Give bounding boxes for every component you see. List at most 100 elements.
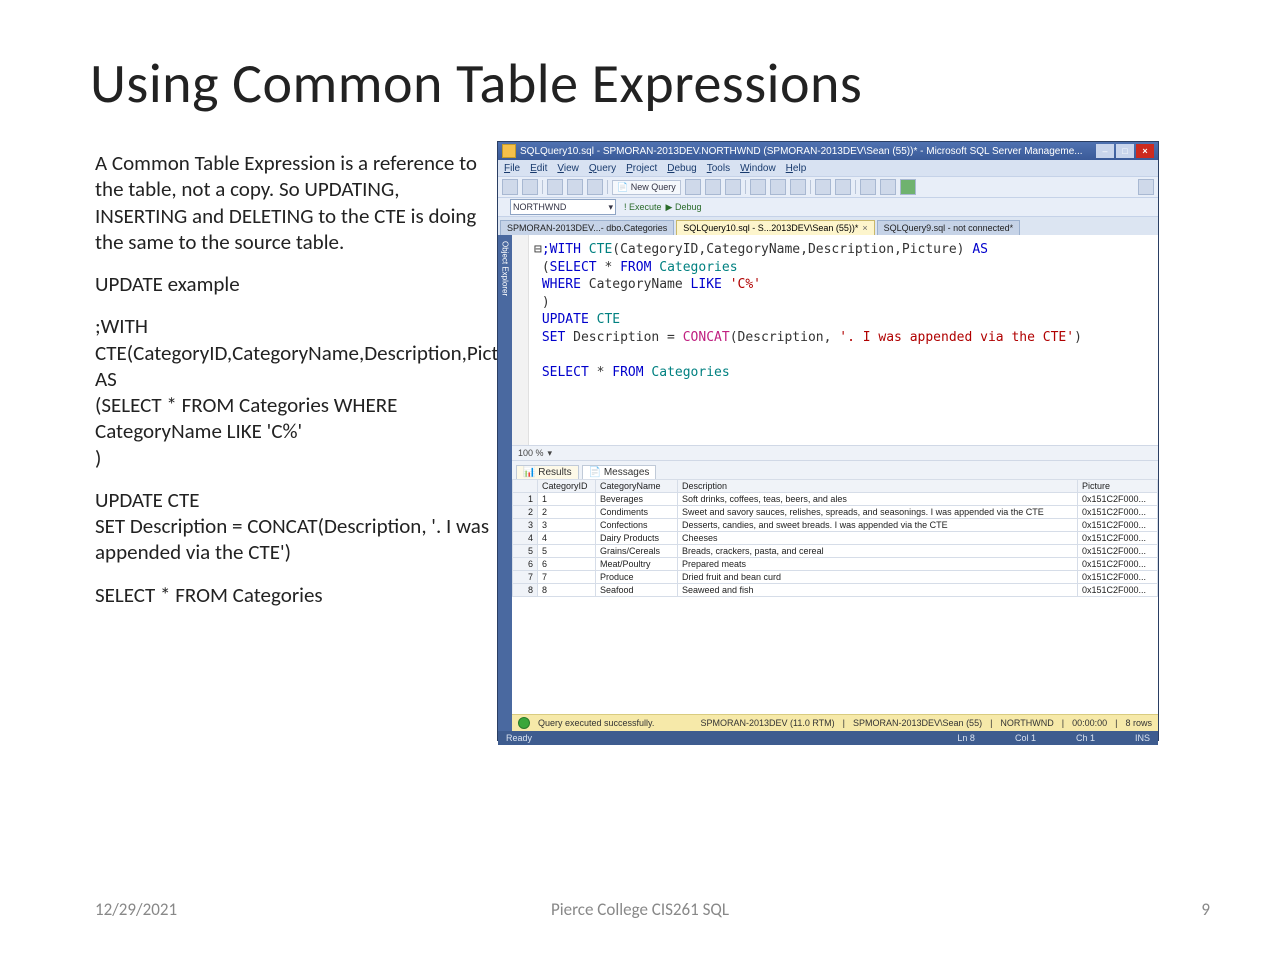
toolbar-icon[interactable] <box>685 179 701 195</box>
toolbar-main: 📄 New Query <box>498 176 1158 198</box>
close-button[interactable]: × <box>1136 144 1154 158</box>
copy-icon[interactable] <box>770 179 786 195</box>
cell-categoryname: Condiments <box>596 506 678 519</box>
menu-debug[interactable]: Debug <box>667 163 696 174</box>
code-block-2: UPDATE CTE SET Description = CONCAT(Desc… <box>95 487 490 566</box>
cell-picture: 0x151C2F000... <box>1078 519 1158 532</box>
debug-button[interactable]: ▶ Debug <box>666 202 702 213</box>
cell-categoryname: Meat/Poultry <box>596 558 678 571</box>
ssms-screenshot: SQLQuery10.sql - SPMORAN-2013DEV.NORTHWN… <box>498 142 1158 740</box>
new-query-button[interactable]: 📄 New Query <box>612 180 681 195</box>
status-ln: Ln 8 <box>957 733 975 743</box>
document-tabs: SPMORAN-2013DEV...- dbo.Categories SQLQu… <box>498 217 1158 235</box>
undo-icon[interactable] <box>815 179 831 195</box>
cell-categoryname: Beverages <box>596 493 678 506</box>
col-categoryname[interactable]: CategoryName <box>596 480 678 493</box>
menu-edit[interactable]: Edit <box>530 163 547 174</box>
results-grid[interactable]: CategoryID CategoryName Description Pict… <box>512 479 1158 714</box>
table-row[interactable]: 88SeafoodSeaweed and fish0x151C2F000... <box>513 584 1158 597</box>
col-categoryid[interactable]: CategoryID <box>538 480 596 493</box>
minimize-button[interactable]: – <box>1096 144 1114 158</box>
database-select[interactable]: NORTHWND▾ <box>510 199 616 215</box>
toolbar-icon[interactable] <box>880 179 896 195</box>
cell-categoryname: Produce <box>596 571 678 584</box>
table-row[interactable]: 77ProduceDried fruit and bean curd0x151C… <box>513 571 1158 584</box>
save-icon[interactable] <box>567 179 583 195</box>
sql-editor[interactable]: ⊟;WITH CTE(CategoryID,CategoryName,Descr… <box>512 235 1158 446</box>
menu-window[interactable]: Window <box>740 163 776 174</box>
menu-help[interactable]: Help <box>786 163 807 174</box>
execute-button[interactable]: ! Execute <box>624 202 662 212</box>
cell-categoryname: Seafood <box>596 584 678 597</box>
table-row[interactable]: 22CondimentsSweet and savory sauces, rel… <box>513 506 1158 519</box>
cell-categoryname: Confections <box>596 519 678 532</box>
cell-categoryid: 7 <box>538 571 596 584</box>
intro-paragraph: A Common Table Expression is a reference… <box>95 150 490 255</box>
cell-description: Cheeses <box>678 532 1078 545</box>
object-explorer-tab[interactable]: Object Explorer <box>498 235 512 731</box>
tab-sqlquery10[interactable]: SQLQuery10.sql - S...2013DEV\Sean (55))*… <box>676 220 874 235</box>
zoom-bar: 100 % ▾ <box>512 446 1158 461</box>
left-column: A Common Table Expression is a reference… <box>95 150 490 624</box>
cell-description: Prepared meats <box>678 558 1078 571</box>
menu-project[interactable]: Project <box>626 163 657 174</box>
success-icon <box>518 717 530 729</box>
status-message: Query executed successfully. <box>538 718 654 728</box>
window-title-text: SQLQuery10.sql - SPMORAN-2013DEV.NORTHWN… <box>520 146 1083 157</box>
cell-categoryid: 1 <box>538 493 596 506</box>
toolbar-query: NORTHWND▾ ! Execute ▶ Debug <box>498 198 1158 217</box>
table-row[interactable]: 11BeveragesSoft drinks, coffees, teas, b… <box>513 493 1158 506</box>
menu-tools[interactable]: Tools <box>707 163 730 174</box>
toolbar-icon[interactable] <box>860 179 876 195</box>
play-icon[interactable] <box>900 179 916 195</box>
menu-query[interactable]: Query <box>589 163 616 174</box>
col-picture[interactable]: Picture <box>1078 480 1158 493</box>
tab-categories-table[interactable]: SPMORAN-2013DEV...- dbo.Categories <box>500 220 674 235</box>
editor-gutter <box>512 235 529 445</box>
status-rows: 8 rows <box>1125 718 1152 728</box>
row-number: 1 <box>513 493 538 506</box>
query-status-bar: Query executed successfully. SPMORAN-201… <box>512 714 1158 731</box>
row-number: 2 <box>513 506 538 519</box>
close-icon[interactable]: × <box>862 223 867 233</box>
cell-description: Sweet and savory sauces, relishes, sprea… <box>678 506 1078 519</box>
cell-categoryid: 6 <box>538 558 596 571</box>
toolbar-icon[interactable] <box>522 179 538 195</box>
col-description[interactable]: Description <box>678 480 1078 493</box>
cell-picture: 0x151C2F000... <box>1078 493 1158 506</box>
find-icon[interactable] <box>1138 179 1154 195</box>
table-row[interactable]: 66Meat/PoultryPrepared meats0x151C2F000.… <box>513 558 1158 571</box>
table-row[interactable]: 33ConfectionsDesserts, candies, and swee… <box>513 519 1158 532</box>
row-number: 8 <box>513 584 538 597</box>
cell-categoryid: 4 <box>538 532 596 545</box>
maximize-button[interactable]: □ <box>1116 144 1134 158</box>
toolbar-icon[interactable] <box>725 179 741 195</box>
cell-categoryid: 2 <box>538 506 596 519</box>
tab-messages[interactable]: 📄 Messages <box>582 465 657 479</box>
menu-view[interactable]: View <box>557 163 579 174</box>
cut-icon[interactable] <box>750 179 766 195</box>
cell-picture: 0x151C2F000... <box>1078 506 1158 519</box>
cell-description: Desserts, candies, and sweet breads. I w… <box>678 519 1078 532</box>
zoom-level[interactable]: 100 % <box>518 448 544 458</box>
status-ready: Ready <box>506 733 532 743</box>
window-titlebar[interactable]: SQLQuery10.sql - SPMORAN-2013DEV.NORTHWN… <box>498 142 1158 160</box>
status-time: 00:00:00 <box>1072 718 1107 728</box>
slide-title: Using Common Table Expressions <box>90 50 862 118</box>
row-number: 6 <box>513 558 538 571</box>
open-icon[interactable] <box>547 179 563 195</box>
save-all-icon[interactable] <box>587 179 603 195</box>
row-number: 4 <box>513 532 538 545</box>
toolbar-icon[interactable] <box>705 179 721 195</box>
menu-file[interactable]: File <box>504 163 520 174</box>
paste-icon[interactable] <box>790 179 806 195</box>
tab-results[interactable]: 📊 Results <box>516 465 579 479</box>
status-col: Col 1 <box>1015 733 1036 743</box>
redo-icon[interactable] <box>835 179 851 195</box>
subhead: UPDATE example <box>95 271 490 297</box>
table-row[interactable]: 55Grains/CerealsBreads, crackers, pasta,… <box>513 545 1158 558</box>
tab-sqlquery9[interactable]: SQLQuery9.sql - not connected* <box>877 220 1021 235</box>
table-row[interactable]: 44Dairy ProductsCheeses0x151C2F000... <box>513 532 1158 545</box>
code-block-1: ;WITH CTE(CategoryID,CategoryName,Descri… <box>95 313 490 471</box>
toolbar-icon[interactable] <box>502 179 518 195</box>
